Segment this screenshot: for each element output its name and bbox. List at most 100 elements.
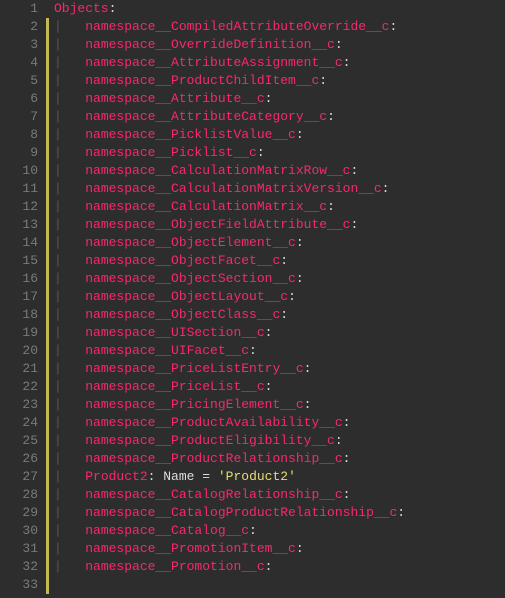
yaml-key: namespace__ObjectElement__c	[85, 235, 296, 250]
yaml-key: namespace__CatalogRelationship__c	[85, 487, 342, 502]
colon: :	[249, 523, 257, 538]
line-number: 30	[0, 522, 38, 540]
indent-guide: |	[54, 253, 85, 268]
code-line: | namespace__UISection__c:	[46, 324, 505, 342]
line-number: 25	[0, 432, 38, 450]
code-line: | namespace__AttributeAssignment__c:	[46, 54, 505, 72]
yaml-key: namespace__CalculationMatrix__c	[85, 199, 327, 214]
yaml-key: namespace__ObjectClass__c	[85, 307, 280, 322]
indent-guide: |	[54, 73, 85, 88]
colon: :	[257, 145, 265, 160]
line-number: 31	[0, 540, 38, 558]
code-line: | namespace__ProductChildItem__c:	[46, 72, 505, 90]
indent-guide: |	[54, 217, 85, 232]
line-number: 23	[0, 396, 38, 414]
code-line: | Product2: Name = 'Product2'	[46, 468, 505, 486]
colon: :	[343, 451, 351, 466]
code-line: | namespace__OverrideDefinition__c:	[46, 36, 505, 54]
yaml-key: namespace__PromotionItem__c	[85, 541, 296, 556]
colon: :	[109, 1, 117, 16]
line-number: 33	[0, 576, 38, 594]
code-line: | namespace__CatalogRelationship__c:	[46, 486, 505, 504]
colon: :	[249, 343, 257, 358]
code-line: | namespace__ProductRelationship__c:	[46, 450, 505, 468]
yaml-key: namespace__Promotion__c	[85, 559, 264, 574]
code-line: | namespace__ObjectFieldAttribute__c:	[46, 216, 505, 234]
line-number: 32	[0, 558, 38, 576]
code-line: | namespace__PriceList__c:	[46, 378, 505, 396]
colon: :	[265, 559, 273, 574]
code-line: | namespace__PricingElement__c:	[46, 396, 505, 414]
code-line: | namespace__Catalog__c:	[46, 522, 505, 540]
yaml-key: namespace__Attribute__c	[85, 91, 264, 106]
line-number: 28	[0, 486, 38, 504]
line-number: 17	[0, 288, 38, 306]
code-area[interactable]: Objects:| namespace__CompiledAttributeOv…	[46, 0, 505, 598]
code-line: | namespace__ObjectClass__c:	[46, 306, 505, 324]
yaml-key: namespace__ProductAvailability__c	[85, 415, 342, 430]
code-line: | namespace__Picklist__c:	[46, 144, 505, 162]
colon: :	[389, 19, 397, 34]
code-line: | namespace__PicklistValue__c:	[46, 126, 505, 144]
indent-guide: |	[54, 199, 85, 214]
colon: :	[265, 91, 273, 106]
code-line: | namespace__Attribute__c:	[46, 90, 505, 108]
line-number: 24	[0, 414, 38, 432]
indent-guide: |	[54, 163, 85, 178]
code-line: | namespace__ProductEligibility__c:	[46, 432, 505, 450]
code-line: | namespace__CatalogProductRelationship_…	[46, 504, 505, 522]
line-number: 6	[0, 90, 38, 108]
yaml-key: Product2	[85, 469, 147, 484]
yaml-key: Objects	[54, 1, 109, 16]
indent-guide: |	[54, 307, 85, 322]
colon: :	[296, 271, 304, 286]
colon: :	[397, 505, 405, 520]
colon: :	[350, 163, 358, 178]
indent-guide: |	[54, 109, 85, 124]
colon: :	[304, 397, 312, 412]
code-line: | namespace__PromotionItem__c:	[46, 540, 505, 558]
indent-guide: |	[54, 55, 85, 70]
line-number: 16	[0, 270, 38, 288]
indent-guide: |	[54, 343, 85, 358]
indent-guide: |	[54, 271, 85, 286]
yaml-key: namespace__ProductRelationship__c	[85, 451, 342, 466]
line-number: 9	[0, 144, 38, 162]
line-number: 14	[0, 234, 38, 252]
modified-indicator	[46, 18, 49, 594]
code-line: | namespace__ProductAvailability__c:	[46, 414, 505, 432]
yaml-key: namespace__ObjectLayout__c	[85, 289, 288, 304]
yaml-key: namespace__PriceList__c	[85, 379, 264, 394]
code-editor: 1234567891011121314151617181920212223242…	[0, 0, 505, 598]
yaml-value-label: Name =	[155, 469, 217, 484]
colon: :	[296, 541, 304, 556]
indent-guide: |	[54, 145, 85, 160]
indent-guide: |	[54, 325, 85, 340]
line-number: 18	[0, 306, 38, 324]
indent-guide: |	[54, 505, 85, 520]
indent-guide: |	[54, 415, 85, 430]
code-line: | namespace__CalculationMatrixVersion__c…	[46, 180, 505, 198]
indent-guide: |	[54, 487, 85, 502]
indent-guide: |	[54, 559, 85, 574]
line-number: 19	[0, 324, 38, 342]
line-number: 8	[0, 126, 38, 144]
colon: :	[335, 433, 343, 448]
yaml-key: namespace__ProductChildItem__c	[85, 73, 319, 88]
code-line	[46, 576, 505, 594]
colon: :	[265, 325, 273, 340]
yaml-key: namespace__CalculationMatrixRow__c	[85, 163, 350, 178]
line-number: 1	[0, 0, 38, 18]
line-number: 4	[0, 54, 38, 72]
yaml-key: namespace__Catalog__c	[85, 523, 249, 538]
yaml-key: namespace__CalculationMatrixVersion__c	[85, 181, 381, 196]
indent-guide: |	[54, 37, 85, 52]
yaml-value-string: 'Product2'	[218, 469, 296, 484]
line-number: 21	[0, 360, 38, 378]
colon: :	[343, 487, 351, 502]
yaml-key: namespace__AttributeCategory__c	[85, 109, 327, 124]
yaml-key: namespace__ObjectFacet__c	[85, 253, 280, 268]
yaml-key: namespace__ObjectFieldAttribute__c	[85, 217, 350, 232]
line-number: 3	[0, 36, 38, 54]
code-line: | namespace__ObjectFacet__c:	[46, 252, 505, 270]
